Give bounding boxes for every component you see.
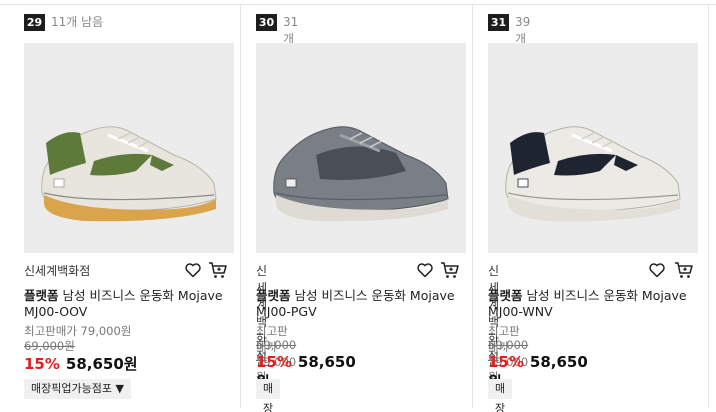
- cart-icon[interactable]: [440, 261, 460, 279]
- rank-badge: 31: [488, 14, 509, 31]
- product-name: 남성 비즈니스 운동화 Mojave: [526, 288, 687, 303]
- card-divider: [240, 4, 241, 408]
- product-title[interactable]: 플랫폼 남성 비즈니스 운동화 Mojave MJ00-PGV: [256, 288, 456, 320]
- product-name: 남성 비즈니스 운동화 Mojave: [294, 288, 455, 303]
- cart-icon[interactable]: [674, 261, 694, 279]
- pickup-store-dropdown[interactable]: 매장픽업가능점포 ▼: [488, 379, 513, 412]
- product-image[interactable]: [256, 43, 466, 253]
- card-divider: [472, 4, 473, 408]
- sneaker-image: [505, 126, 681, 222]
- card-divider: [708, 4, 709, 408]
- heart-icon[interactable]: [416, 261, 434, 279]
- discount-rate: 15%: [488, 353, 524, 371]
- rank-badge: 30: [256, 14, 277, 31]
- product-image[interactable]: [488, 43, 698, 253]
- discount-rate: 15%: [256, 353, 292, 371]
- product-card[interactable]: 31 39개 남음 신세계백화점 플랫폼 남성 비즈니스 운동화 Moj: [0, 0, 698, 412]
- product-code: MJ00-WNV: [488, 304, 553, 319]
- product-title[interactable]: 플랫폼 남성 비즈니스 운동화 Mojave MJ00-WNV: [488, 288, 688, 320]
- product-code: MJ00-PGV: [256, 304, 317, 319]
- pickup-store-dropdown[interactable]: 매장픽업가능점포 ▼: [256, 379, 281, 412]
- product-grid: 29 11개 남음 신세계백화점 플랫폼 남성 비즈니스 운동화 Mojave …: [0, 0, 716, 412]
- sneaker-image: [273, 126, 449, 222]
- brand-name: 플랫폼: [488, 288, 523, 303]
- heart-icon[interactable]: [648, 261, 666, 279]
- brand-name: 플랫폼: [256, 288, 291, 303]
